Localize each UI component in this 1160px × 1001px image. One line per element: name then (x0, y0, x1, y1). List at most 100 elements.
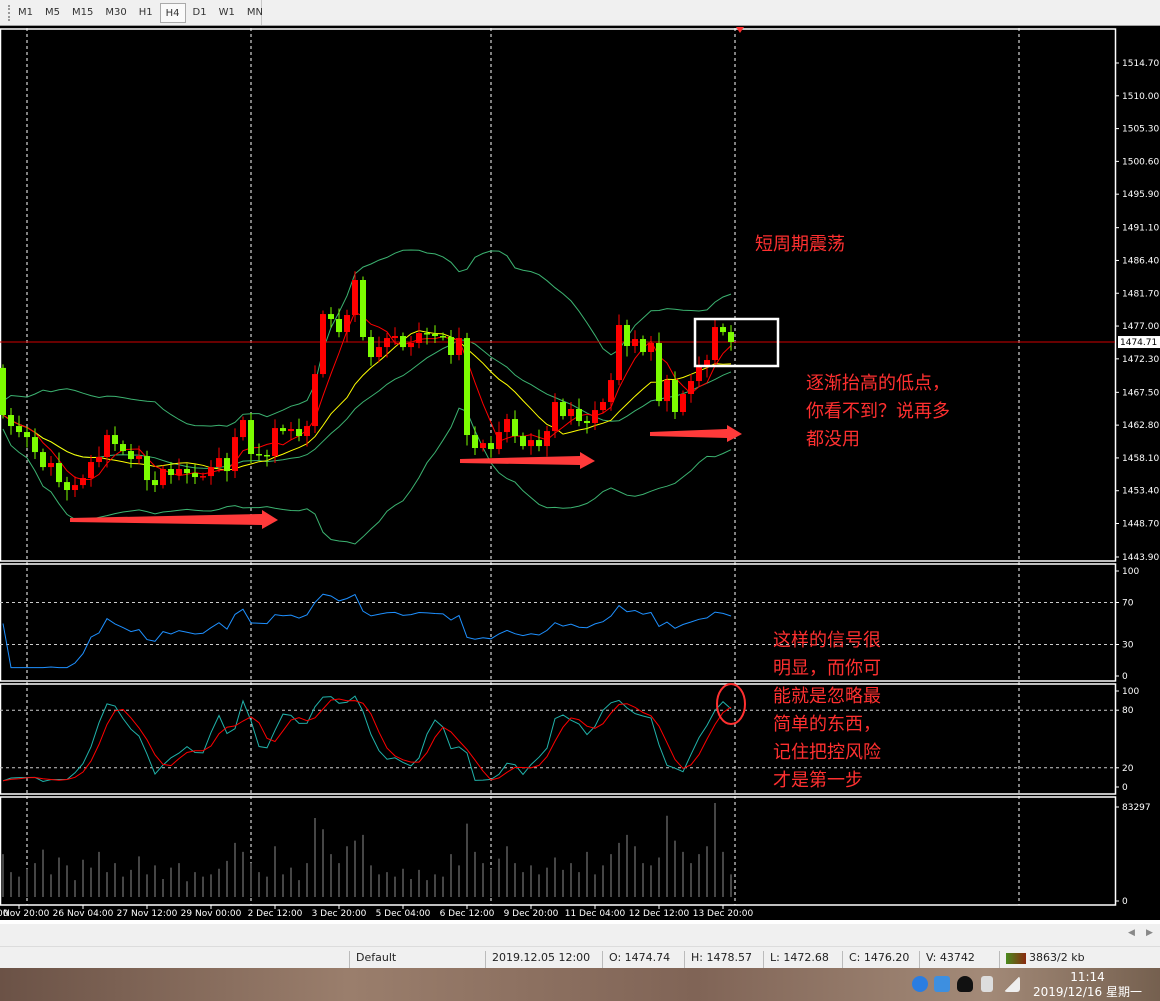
time-label: 22 Nov 20:00 (0, 909, 50, 919)
candle-body (320, 314, 326, 375)
tf-m15[interactable]: M15 (67, 3, 98, 23)
scroll-left-icon[interactable]: ◀ (1128, 928, 1135, 938)
horizontal-scrollbar[interactable]: ◀ ▶ (0, 922, 1160, 946)
time-label: 11 Dec 04:00 (565, 909, 626, 919)
price-tick-label: 1467.50 (1122, 388, 1159, 398)
cloud-app-icon[interactable] (934, 976, 950, 992)
volume-tick-label: 83297 (1122, 803, 1151, 813)
panel-frame-vol (0, 796, 1117, 906)
scroll-right-icon[interactable]: ▶ (1146, 928, 1153, 938)
candle-body (544, 431, 550, 447)
candle-body (224, 458, 230, 472)
candle-body (408, 343, 414, 348)
candle-body (552, 402, 558, 432)
candle-body (528, 440, 534, 447)
security-shield-icon[interactable] (912, 976, 928, 992)
candle-body (64, 482, 70, 491)
tf-w1[interactable]: W1 (214, 3, 240, 23)
candle-body (72, 485, 78, 491)
candle-body (136, 456, 142, 460)
annotations-marks (70, 27, 780, 725)
qq-penguin-icon[interactable] (957, 976, 973, 992)
candle-body (728, 332, 734, 343)
candle-body (416, 333, 422, 344)
candle-body (632, 339, 638, 347)
tf-d1[interactable]: D1 (188, 3, 212, 23)
network-signal-icon[interactable] (1004, 976, 1020, 992)
time-label: 29 Nov 00:00 (181, 909, 242, 919)
candle-body (88, 462, 94, 479)
candle-body (264, 454, 270, 457)
system-clock[interactable]: 11:14 2019/12/16 星期一 (1030, 970, 1145, 1000)
candle-body (208, 467, 214, 477)
candle-body (336, 319, 342, 333)
candle-body (304, 426, 310, 437)
candle-body (104, 435, 110, 458)
timeframe-group: M1 M5 M15 M30 H1 H4 D1 W1 MN (0, 0, 263, 25)
timeframe-toolbar: M1 M5 M15 M30 H1 H4 D1 W1 MN (0, 0, 1160, 26)
candle-body (624, 325, 630, 347)
candle-body (248, 420, 254, 455)
candle-body (504, 419, 510, 433)
candle-body (424, 333, 430, 335)
candle-body (80, 478, 86, 486)
candle-body (280, 428, 286, 432)
candle-body (96, 457, 102, 463)
tf-h4[interactable]: H4 (159, 2, 186, 23)
candle-body (576, 409, 582, 422)
candle-body (496, 432, 502, 450)
candle-body (56, 463, 62, 483)
candle-body (368, 337, 374, 358)
tf-m5[interactable]: M5 (40, 3, 65, 23)
toolbar-grip-icon[interactable] (8, 4, 10, 21)
tf-h1[interactable]: H1 (134, 3, 158, 23)
candle-body (176, 469, 182, 476)
candle-body (584, 421, 590, 424)
price-tick-label: 1477.00 (1122, 322, 1159, 332)
indicator-lines (0, 249, 1115, 783)
candle-body (0, 367, 6, 416)
candle-body (24, 432, 30, 438)
clock-time: 11:14 (1070, 970, 1105, 984)
price-chart[interactable]: 1514.70 1510.00 1505.30 1500.60 1495.90 1491.… (0, 26, 1160, 922)
candle-body (464, 338, 470, 436)
candle-body (32, 437, 38, 453)
candle-body (272, 428, 278, 457)
candle-body (664, 380, 670, 402)
price-tick-label: 1514.70 (1122, 59, 1159, 69)
stoch-signal-line (2, 698, 732, 782)
candle-body (48, 463, 54, 468)
candle-body (216, 458, 222, 468)
current-price-label: 1474.71 (1120, 338, 1157, 348)
tf-m30[interactable]: M30 (100, 3, 131, 23)
price-tick-label: 1486.40 (1122, 256, 1159, 266)
rsi-line (2, 593, 732, 669)
stoch-tick-label: 0 (1122, 783, 1128, 793)
time-label: 6 Dec 12:00 (440, 909, 495, 919)
time-label: 2 Dec 12:00 (248, 909, 303, 919)
price-tick-label: 1495.90 (1122, 190, 1159, 200)
candle-body (328, 314, 334, 320)
arrow-right-icon (650, 425, 742, 442)
panel-frames (0, 28, 1117, 906)
candle-body (648, 343, 654, 353)
price-tick-label: 1510.00 (1122, 92, 1159, 102)
tf-mn[interactable]: MN (242, 3, 268, 23)
volume-muted-icon[interactable] (981, 976, 993, 992)
candle-body (400, 336, 406, 348)
taskbar: 11:14 2019/12/16 星期一 (0, 968, 1160, 1001)
tf-m1[interactable]: M1 (13, 3, 38, 23)
candle-body (168, 469, 174, 476)
candle-body (392, 336, 398, 339)
connection-icon (1006, 952, 1026, 964)
candle-body (192, 473, 198, 478)
candle-body (184, 469, 190, 474)
candles (0, 271, 734, 501)
candle-body (688, 381, 694, 395)
stoch-tick-label: 80 (1122, 706, 1134, 716)
candle-body (256, 454, 262, 456)
candle-body (440, 336, 446, 338)
status-bar: Default 2019.12.05 12:00 O: 1474.74 H: 1… (0, 946, 1160, 971)
candle-body (384, 338, 390, 348)
candle-body (560, 402, 566, 417)
